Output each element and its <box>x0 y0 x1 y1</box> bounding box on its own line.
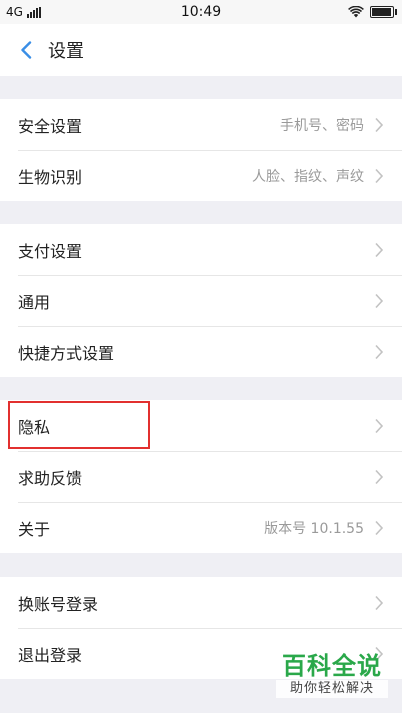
row-label: 换账号登录 <box>18 594 99 614</box>
battery-icon <box>370 6 397 18</box>
row-label: 关于 <box>18 519 51 539</box>
row-label: 通用 <box>18 292 51 312</box>
chevron-right-icon <box>375 344 384 359</box>
row-label: 快捷方式设置 <box>18 343 115 363</box>
settings-row-general[interactable]: 通用 <box>0 275 402 326</box>
watermark-subtitle: 助你轻松解决 <box>276 680 388 698</box>
settings-row-feedback[interactable]: 求助反馈 <box>0 451 402 502</box>
status-time: 10:49 <box>180 4 222 20</box>
status-bar: 4G 10:49 <box>0 0 402 24</box>
row-value: 手机号、密码 <box>280 117 364 134</box>
settings-row-biometrics[interactable]: 生物识别 人脸、指纹、声纹 <box>0 150 402 201</box>
chevron-right-icon <box>375 168 384 183</box>
settings-row-security[interactable]: 安全设置 手机号、密码 <box>0 99 402 150</box>
settings-row-switch-account[interactable]: 换账号登录 <box>0 577 402 628</box>
highlight-box <box>8 401 150 449</box>
settings-row-shortcuts[interactable]: 快捷方式设置 <box>0 326 402 377</box>
chevron-right-icon <box>375 418 384 433</box>
chevron-right-icon <box>375 242 384 257</box>
version-value: 版本号 10.1.55 <box>264 520 364 537</box>
chevron-right-icon <box>375 469 384 484</box>
page-title: 设置 <box>48 41 84 62</box>
row-value: 人脸、指纹、声纹 <box>252 168 364 185</box>
row-label: 生物识别 <box>18 167 83 187</box>
nav-bar: 设置 <box>0 24 402 76</box>
settings-row-about[interactable]: 关于 版本号 10.1.55 <box>0 502 402 553</box>
chevron-right-icon <box>375 520 384 535</box>
row-label: 求助反馈 <box>18 468 83 488</box>
settings-row-payment[interactable]: 支付设置 <box>0 224 402 275</box>
row-label: 安全设置 <box>18 116 83 136</box>
chevron-left-icon <box>21 41 32 59</box>
watermark-logo: 百科全说 助你轻松解决 <box>276 652 388 698</box>
chevron-right-icon <box>375 117 384 132</box>
back-button[interactable] <box>6 24 46 76</box>
row-label: 支付设置 <box>18 241 83 261</box>
chevron-right-icon <box>375 293 384 308</box>
settings-group-security: 安全设置 手机号、密码 生物识别 人脸、指纹、声纹 <box>0 99 402 201</box>
chevron-right-icon <box>375 595 384 610</box>
settings-group-general: 支付设置 通用 快捷方式设置 <box>0 224 402 377</box>
watermark-title: 百科全说 <box>282 652 382 680</box>
